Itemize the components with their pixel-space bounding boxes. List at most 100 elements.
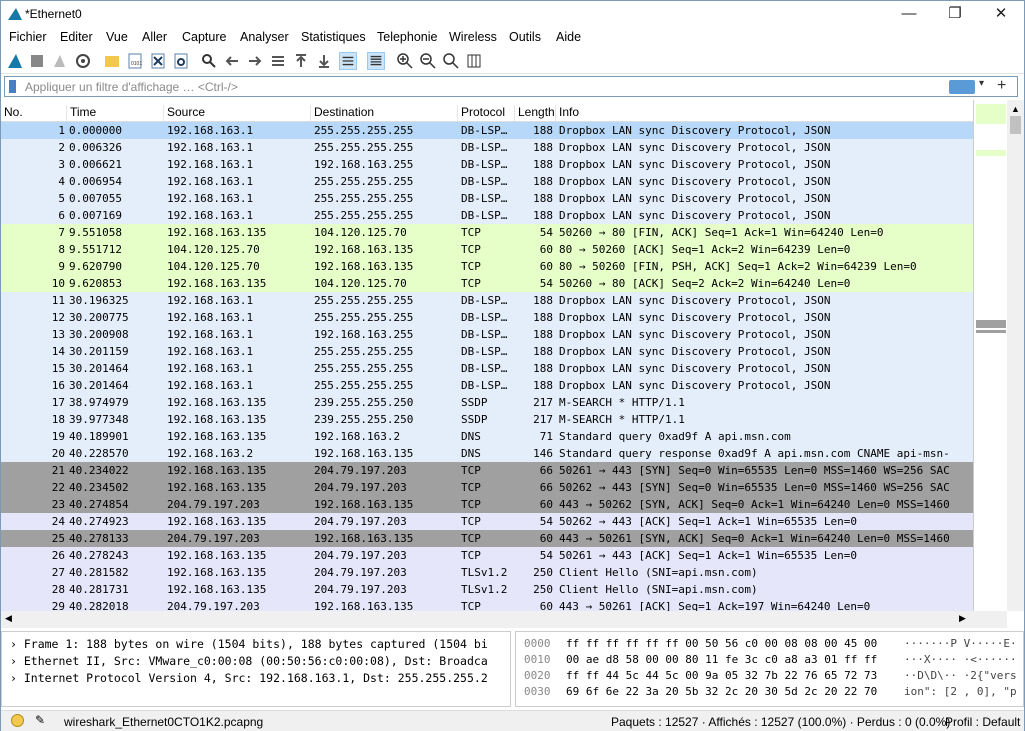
menu-outils[interactable]: Outils: [509, 30, 541, 44]
packet-minimap[interactable]: [973, 100, 1007, 611]
menu-aller[interactable]: Aller: [142, 30, 167, 44]
col-length[interactable]: Length: [514, 105, 555, 121]
menu-aide[interactable]: Aide: [556, 30, 581, 44]
table-cell: TLSv1.2: [461, 566, 508, 579]
table-row[interactable]: 9 9.620790 104.120.125.70 192.168.163.135 TC…: [1, 258, 973, 275]
auto-scroll-icon[interactable]: [339, 52, 357, 70]
resize-columns-icon[interactable]: [465, 52, 483, 70]
detail-row-ipv4[interactable]: › Internet Protocol Version 4, Src: 192.…: [10, 671, 488, 685]
open-file-folder-icon[interactable]: [103, 52, 121, 70]
table-row[interactable]: 29 40.282018 204.79.197.203 192.168.163.135…: [1, 598, 973, 611]
go-first-packet-icon[interactable]: [292, 52, 310, 70]
stop-capture-icon[interactable]: [28, 52, 46, 70]
table-row[interactable]: 27 40.281582 192.168.163.135 204.79.197.203…: [1, 564, 973, 581]
menu-vue[interactable]: Vue: [106, 30, 128, 44]
packet-list-horizontal-scrollbar[interactable]: ◀ ▶: [1, 611, 1007, 628]
filter-history-dropdown[interactable]: ▾: [979, 78, 984, 89]
col-no[interactable]: No.: [1, 105, 66, 121]
zoom-in-icon[interactable]: [396, 52, 414, 70]
table-row[interactable]: 15 30.201464 192.168.163.1 255.255.255.255 D…: [1, 360, 973, 377]
detail-row-ethernet[interactable]: › Ethernet II, Src: VMware_c0:00:08 (00:…: [10, 654, 488, 668]
table-cell: 192.168.163.1: [167, 362, 254, 375]
hex-ascii[interactable]: ··D\D\·· ·2{"vers: [904, 669, 1017, 682]
zoom-out-icon[interactable]: [419, 52, 437, 70]
bookmark-icon[interactable]: [9, 80, 16, 93]
menu-editer[interactable]: Editer: [60, 30, 93, 44]
go-back-arrow-icon[interactable]: [223, 52, 241, 70]
table-row[interactable]: 26 40.278243 192.168.163.135 204.79.197.203…: [1, 547, 973, 564]
table-row[interactable]: 3 0.006621 192.168.163.1 192.168.163.255 DB-…: [1, 156, 973, 173]
go-to-packet-icon[interactable]: [269, 52, 287, 70]
hex-bytes[interactable]: ff ff 44 5c 44 5c 00 9a 05 32 7b 22 76 6…: [566, 669, 877, 682]
table-cell: 192.168.163.135: [314, 498, 414, 511]
apply-filter-arrow-icon[interactable]: [949, 80, 975, 94]
table-row[interactable]: 21 40.234022 192.168.163.135 204.79.197.203…: [1, 462, 973, 479]
table-row[interactable]: 18 39.977348 192.168.163.135 239.255.255.25…: [1, 411, 973, 428]
table-row[interactable]: 11 30.196325 192.168.163.1 255.255.255.255 D…: [1, 292, 973, 309]
go-forward-arrow-icon[interactable]: [246, 52, 264, 70]
table-row[interactable]: 17 38.974979 192.168.163.135 239.255.255.25…: [1, 394, 973, 411]
table-cell: 50261 → 443 [SYN] Seq=0 Win=65535 Len=0 …: [559, 464, 950, 477]
table-row[interactable]: 24 40.274923 192.168.163.135 204.79.197.203…: [1, 513, 973, 530]
table-row[interactable]: 28 40.281731 192.168.163.135 204.79.197.203…: [1, 581, 973, 598]
table-row[interactable]: 12 30.200775 192.168.163.1 255.255.255.255 D…: [1, 309, 973, 326]
menu-statistiques[interactable]: Statistiques: [301, 30, 366, 44]
table-row[interactable]: 1 0.000000 192.168.163.1 255.255.255.255 DB-…: [1, 122, 973, 139]
reload-file-icon[interactable]: [172, 52, 190, 70]
table-row[interactable]: 4 0.006954 192.168.163.1 255.255.255.255 DB-…: [1, 173, 973, 190]
menu-wireless[interactable]: Wireless: [449, 30, 497, 44]
table-row[interactable]: 19 40.189901 192.168.163.135 192.168.163.2 D…: [1, 428, 973, 445]
detail-row-frame[interactable]: › Frame 1: 188 bytes on wire (1504 bits)…: [10, 637, 488, 651]
hex-bytes[interactable]: ff ff ff ff ff ff 00 50 56 c0 00 08 08 0…: [566, 637, 877, 650]
start-capture-fin-icon[interactable]: [6, 52, 24, 70]
table-row[interactable]: 5 0.007055 192.168.163.1 255.255.255.255 DB-…: [1, 190, 973, 207]
hex-ascii[interactable]: ion": [2 , 0], "p: [904, 685, 1017, 698]
save-file-icon[interactable]: 0101: [126, 52, 144, 70]
add-filter-button[interactable]: +: [997, 77, 1006, 95]
table-row[interactable]: 7 9.551058 192.168.163.135 104.120.125.70 TC…: [1, 224, 973, 241]
table-row[interactable]: 16 30.201464 192.168.163.1 255.255.255.255 D…: [1, 377, 973, 394]
expert-info-icon[interactable]: [11, 714, 24, 727]
table-row[interactable]: 8 9.551712 104.120.125.70 192.168.163.135 TC…: [1, 241, 973, 258]
table-row[interactable]: 13 30.200908 192.168.163.1 192.168.163.255 D…: [1, 326, 973, 343]
hex-ascii[interactable]: ···X···· ·<······: [904, 653, 1017, 666]
table-cell: 50262 → 443 [SYN] Seq=0 Win=65535 Len=0 …: [559, 481, 950, 494]
table-row[interactable]: 6 0.007169 192.168.163.1 255.255.255.255 DB-…: [1, 207, 973, 224]
maximize-button[interactable]: ❐: [932, 1, 978, 28]
menu-capture[interactable]: Capture: [182, 30, 226, 44]
table-row[interactable]: 25 40.278133 204.79.197.203 192.168.163.135…: [1, 530, 973, 547]
capture-options-gear-icon[interactable]: [74, 52, 92, 70]
table-row[interactable]: 14 30.201159 192.168.163.1 255.255.255.255 D…: [1, 343, 973, 360]
col-source[interactable]: Source: [163, 105, 310, 121]
table-row[interactable]: 20 40.228570 192.168.163.2 192.168.163.135 D…: [1, 445, 973, 462]
profile-label[interactable]: Profil : Default: [945, 715, 1020, 729]
find-packet-icon[interactable]: [200, 52, 218, 70]
display-filter-input[interactable]: Appliquer un filtre d'affichage … <Ctrl-…: [4, 76, 1018, 97]
table-row[interactable]: 10 9.620853 192.168.163.135 104.120.125.70 T…: [1, 275, 973, 292]
table-row[interactable]: 23 40.274854 204.79.197.203 192.168.163.135…: [1, 496, 973, 513]
close-file-icon[interactable]: [149, 52, 167, 70]
table-row[interactable]: 2 0.006326 192.168.163.1 255.255.255.255 DB-…: [1, 139, 973, 156]
menu-telephonie[interactable]: Telephonie: [377, 30, 437, 44]
col-time[interactable]: Time: [66, 105, 163, 121]
close-button[interactable]: ✕: [978, 1, 1024, 28]
col-protocol[interactable]: Protocol: [457, 105, 514, 121]
menu-fichier[interactable]: Fichier: [9, 30, 47, 44]
packet-list-vertical-scrollbar[interactable]: ▲: [1007, 100, 1024, 611]
table-cell: TCP: [461, 481, 481, 494]
capture-comment-icon[interactable]: ✎: [35, 713, 45, 727]
normal-size-icon[interactable]: [442, 52, 460, 70]
col-info[interactable]: Info: [555, 105, 973, 121]
table-cell: 30.200775: [69, 311, 129, 324]
colorize-packet-list-icon[interactable]: [367, 52, 385, 70]
go-last-packet-icon[interactable]: [315, 52, 333, 70]
hex-bytes[interactable]: 00 ae d8 58 00 00 80 11 fe 3c c0 a8 a3 0…: [566, 653, 877, 666]
table-cell: 60: [539, 260, 553, 273]
hex-bytes[interactable]: 69 6f 6e 22 3a 20 5b 32 2c 20 30 5d 2c 2…: [566, 685, 877, 698]
col-destination[interactable]: Destination: [310, 105, 457, 121]
table-row[interactable]: 22 40.234502 192.168.163.135 204.79.197.203…: [1, 479, 973, 496]
menu-analyser[interactable]: Analyser: [240, 30, 289, 44]
minimize-button[interactable]: —: [886, 1, 932, 28]
restart-capture-icon[interactable]: [51, 52, 69, 70]
hex-ascii[interactable]: ·······P V·····E·: [904, 637, 1017, 650]
